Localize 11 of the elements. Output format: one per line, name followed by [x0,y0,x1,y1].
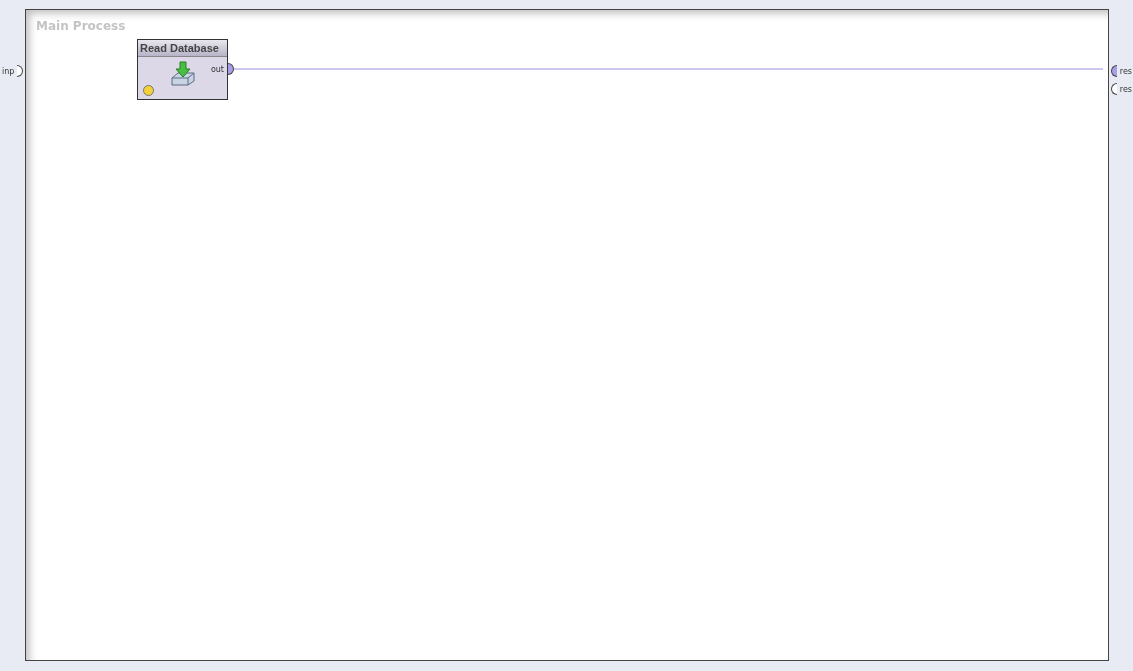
result-port[interactable] [1110,65,1117,77]
result-port[interactable] [1110,83,1117,95]
database-download-icon [170,61,196,87]
port-label: out [210,64,224,74]
port-label: res [1119,84,1132,94]
input-port[interactable] [17,65,24,77]
output-port[interactable] [228,63,234,75]
operator-title[interactable]: Read Database [138,40,227,57]
port-label: inp [2,66,15,76]
process-title: Main Process [36,19,126,33]
port-label: res [1119,66,1132,76]
